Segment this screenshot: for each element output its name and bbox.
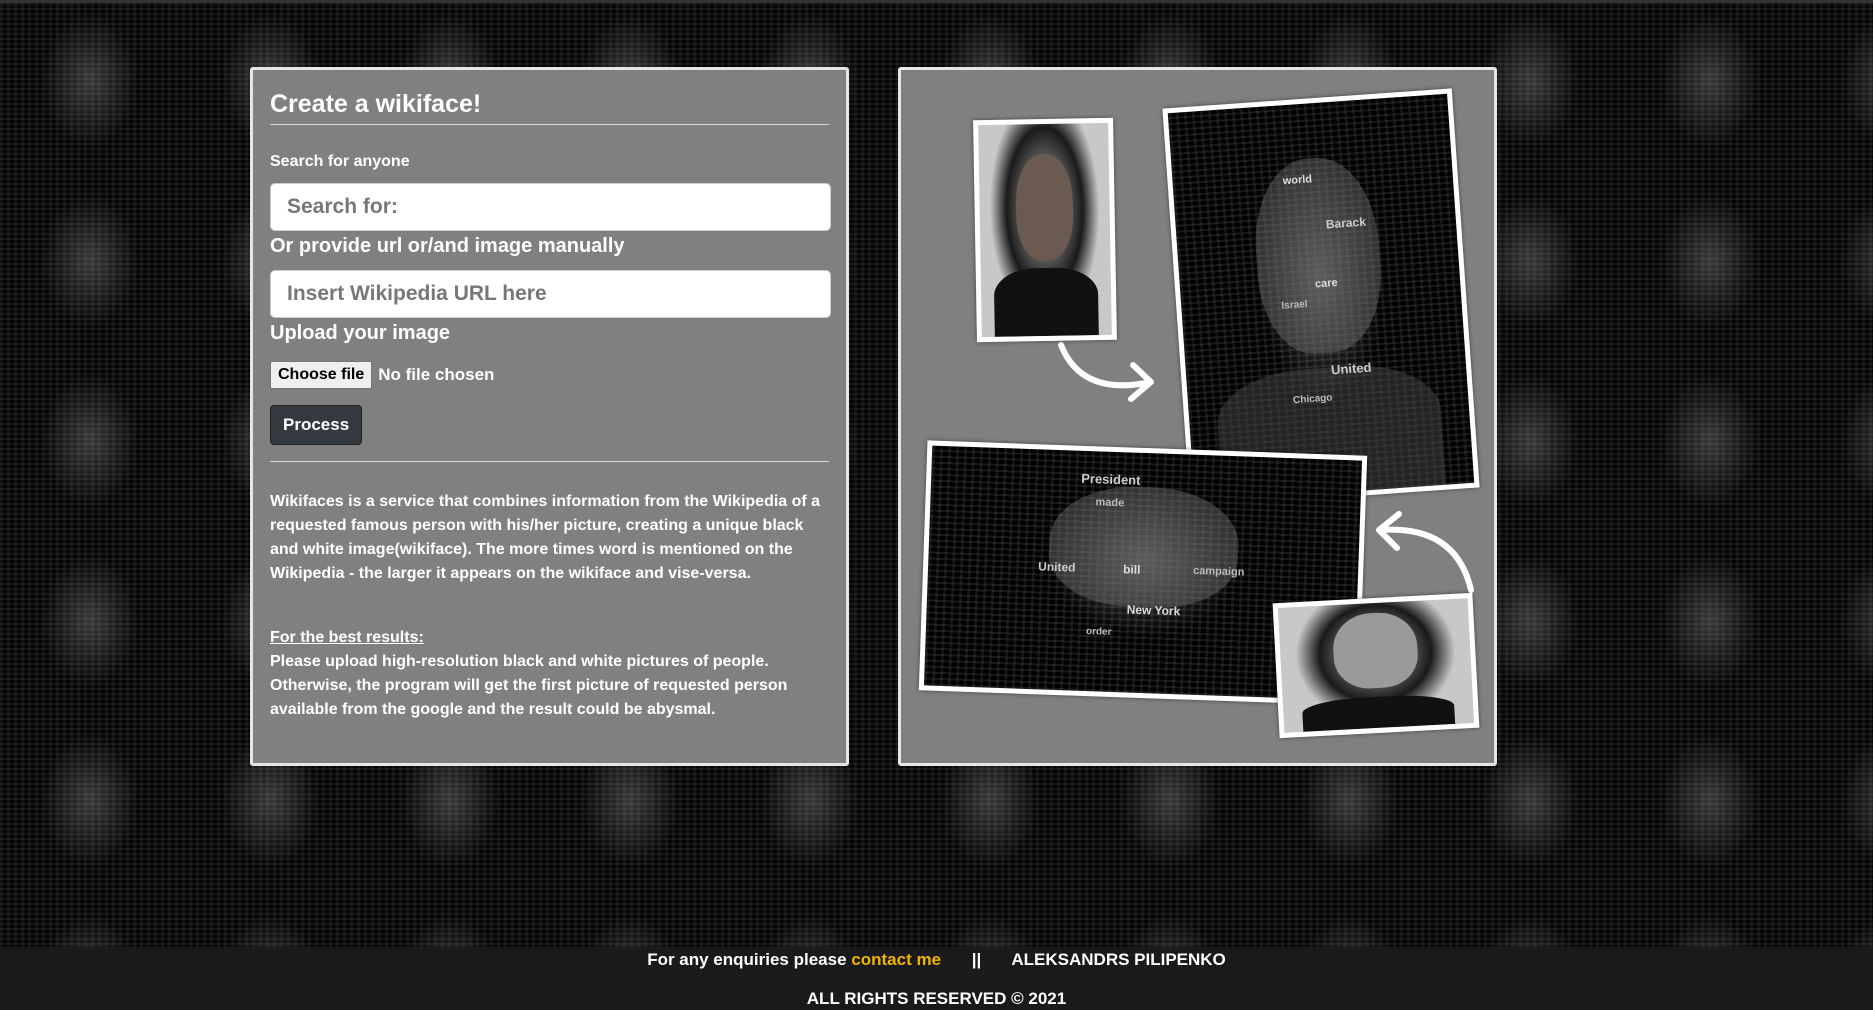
wordface-image: world Barack care Israel United Chicago	[1167, 93, 1475, 503]
divider	[270, 461, 829, 462]
word-label: made	[1095, 496, 1125, 510]
word-label: Barack	[1325, 214, 1367, 232]
footer-enquiries: For any enquiries please contact me || A…	[0, 950, 1873, 970]
word-label: New York	[1126, 602, 1181, 619]
file-upload-row: Choose file No file chosen	[270, 361, 829, 389]
best-results-title: For the best results:	[270, 629, 424, 646]
wikiface-image-1: world Barack care Israel United Chicago	[1162, 88, 1480, 508]
author-name: ALEKSANDRS PILIPENKO	[1011, 950, 1226, 969]
word-label: order	[1085, 626, 1112, 638]
footer-separator: ||	[971, 950, 982, 969]
word-label: bill	[1122, 562, 1141, 577]
footer-rights: ALL RIGHTS RESERVED © 2021	[806, 989, 1067, 1008]
enquiry-text: For any enquiries please	[647, 950, 847, 969]
word-label: President	[1081, 470, 1141, 488]
wikipedia-url-input[interactable]	[270, 270, 831, 318]
contact-me-link[interactable]: contact me	[851, 950, 941, 969]
create-wikiface-panel: Create a wikiface! Search for anyone Or …	[250, 67, 849, 766]
choose-file-button[interactable]: Choose file	[270, 361, 373, 389]
upload-label: Upload your image	[270, 322, 451, 344]
search-label: Search for anyone	[270, 153, 410, 170]
process-button[interactable]: Process	[270, 405, 363, 445]
face-shape	[1249, 153, 1387, 357]
arrow-right-icon	[1058, 342, 1154, 402]
url-label: Or provide url or/and image manually	[270, 235, 625, 257]
face-shape	[1331, 610, 1419, 691]
arrow-left-icon	[1376, 511, 1474, 593]
original-photo-2	[1272, 592, 1480, 739]
word-label: United	[1037, 559, 1076, 575]
portrait-image	[978, 122, 1112, 338]
original-photo-1	[973, 117, 1117, 343]
top-border	[0, 0, 1873, 3]
face-shape	[1047, 483, 1241, 610]
panel-title: Create a wikiface!	[270, 88, 829, 125]
word-label: Israel	[1281, 298, 1308, 312]
word-label: world	[1282, 173, 1313, 188]
example-collage: world Barack care Israel United Chicago …	[898, 67, 1497, 766]
best-results-text: Please upload high-resolution black and …	[270, 653, 788, 718]
search-input[interactable]	[270, 183, 831, 231]
service-description: Wikifaces is a service that combines inf…	[270, 493, 821, 582]
suit-shape	[993, 267, 1099, 337]
word-label: care	[1314, 276, 1339, 291]
word-label: United	[1330, 359, 1372, 378]
portrait-image	[1277, 598, 1475, 733]
face-shape	[1015, 153, 1075, 261]
footer: For any enquiries please contact me || A…	[0, 947, 1873, 1010]
file-status: No file chosen	[378, 365, 495, 384]
word-label: campaign	[1192, 564, 1245, 579]
suit-shape	[1301, 692, 1456, 732]
